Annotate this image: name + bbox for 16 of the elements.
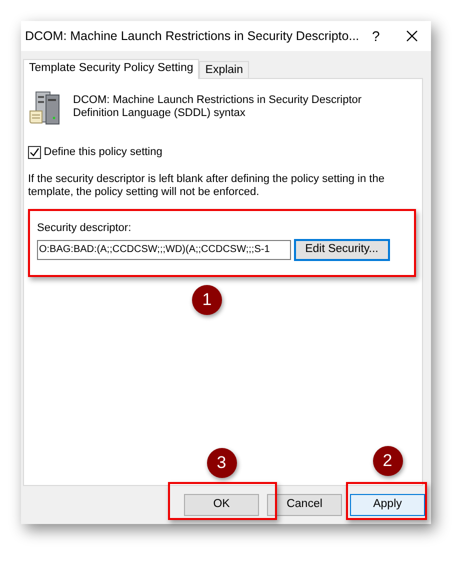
- checkbox[interactable]: [28, 146, 41, 159]
- checkbox-label[interactable]: Define this policy setting: [44, 144, 162, 160]
- dialog-button[interactable]: OK: [184, 494, 259, 516]
- tab[interactable]: Template Security Policy Setting: [23, 59, 200, 79]
- policy-title: DCOM: Machine Launch Restrictions in Security Descriptor Definition Language (SDDL) syntax: [73, 92, 363, 120]
- dialog-button[interactable]: Apply: [350, 494, 425, 516]
- edit-security-button[interactable]: Edit Security...: [294, 238, 390, 261]
- note-text: If the security descriptor is left blank after defining the policy setting in the template, the policy setting will not be enforced.: [28, 172, 386, 198]
- dialog-button[interactable]: Cancel: [267, 494, 342, 516]
- help-button[interactable]: ?: [359, 26, 393, 46]
- window-title: DCOM: Machine Launch Restrictions in Security Descripto...: [25, 28, 360, 45]
- server-icon: [28, 91, 62, 125]
- security-descriptor-field[interactable]: O:BAG:BAD:(A;;CCDCSW;;;WD)(A;;CCDCSW;;;S-1: [37, 240, 291, 260]
- close-icon[interactable]: [406, 30, 418, 42]
- tab[interactable]: Explain: [199, 61, 249, 78]
- field-label: Security descriptor:: [37, 220, 132, 236]
